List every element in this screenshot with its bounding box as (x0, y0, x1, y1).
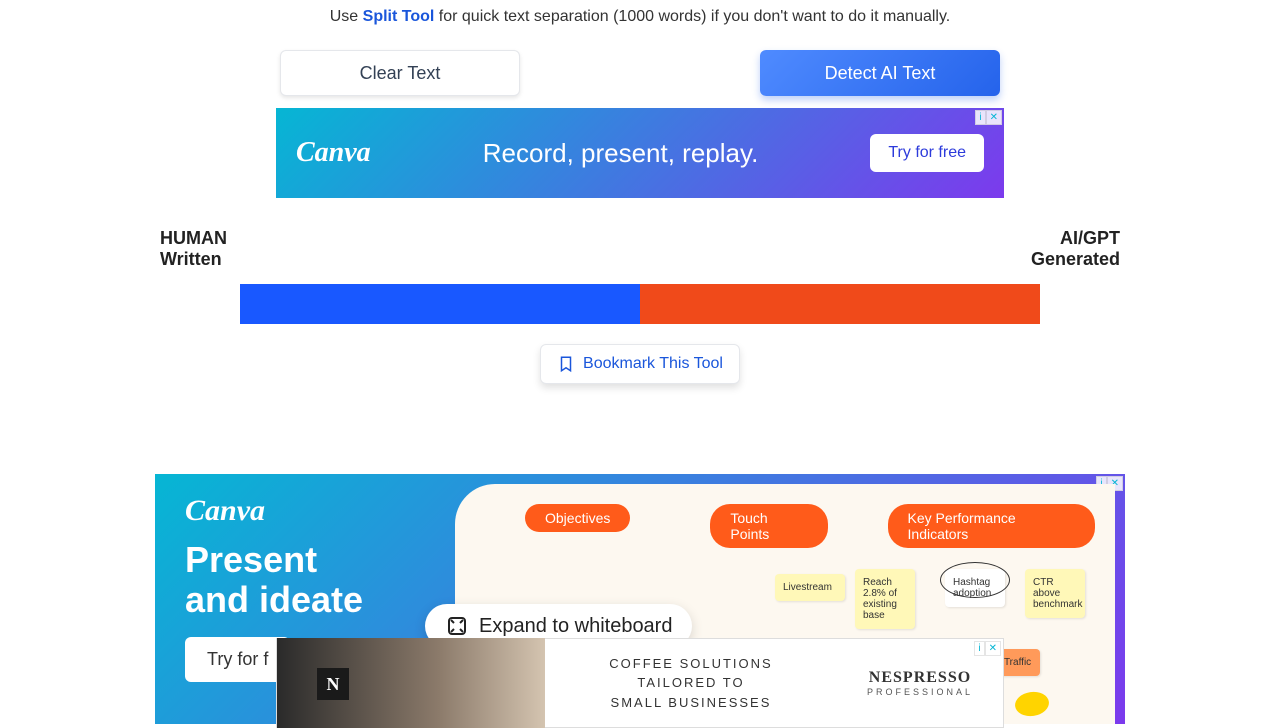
yay-sticker (1013, 690, 1050, 718)
ad2-headline: Present and ideate (185, 540, 363, 619)
ad-close-icon[interactable]: ✕ (986, 110, 1002, 125)
canva-logo: Canva (296, 137, 371, 169)
bar-ai (640, 284, 1040, 324)
ad-banner-bottom[interactable]: i ✕ N COFFEE SOLUTIONS TAILORED TO SMALL… (276, 638, 1004, 728)
action-buttons: Clear Text Detect AI Text (0, 50, 1280, 96)
ad3-text: COFFEE SOLUTIONS TAILORED TO SMALL BUSIN… (545, 654, 837, 713)
col-objectives: Objectives (525, 504, 630, 532)
ad2-headline-2: and ideate (185, 580, 363, 620)
ad-info-icon[interactable]: i (975, 110, 985, 125)
ad-info-icon[interactable]: i (974, 641, 984, 656)
ad-cta-button[interactable]: Try for free (870, 134, 984, 172)
col-touchpoints: Touch Points (710, 504, 827, 548)
ai-label-line1: AI/GPT (1031, 228, 1120, 249)
tip-suffix: for quick text separation (1000 words) i… (434, 8, 950, 25)
bookmark-label: Bookmark This Tool (583, 355, 723, 373)
ad3-logo: NESPRESSO PROFESSIONAL (837, 669, 1003, 697)
ad-close-icon[interactable]: ✕ (985, 641, 1001, 656)
detect-ai-button[interactable]: Detect AI Text (760, 50, 1000, 96)
human-label: HUMAN Written (160, 228, 227, 270)
nespresso-n-icon: N (317, 668, 349, 700)
nespresso-brand: NESPRESSO (867, 669, 973, 687)
nespresso-sub: PROFESSIONAL (867, 687, 973, 697)
ad2-headline-1: Present (185, 540, 363, 580)
ad-banner-top[interactable]: i ✕ Canva Record, present, replay. Try f… (276, 108, 1004, 198)
canva-logo: Canva (185, 494, 363, 528)
ad-headline: Record, present, replay. (371, 138, 871, 169)
bookmark-button[interactable]: Bookmark This Tool (540, 344, 740, 384)
ad-badge-3: i ✕ (974, 641, 1001, 656)
ad3-line3: SMALL BUSINESSES (545, 693, 837, 713)
ad3-line2: TAILORED TO (545, 673, 837, 693)
expand-icon (445, 614, 469, 638)
ad3-image: N (277, 638, 545, 728)
ad2-cta-button[interactable]: Try for f (185, 637, 290, 682)
human-label-line2: Written (160, 249, 227, 270)
split-tool-link[interactable]: Split Tool (363, 8, 435, 25)
tip-prefix: Use (330, 8, 363, 25)
sticky-livestream: Livestream (775, 574, 845, 601)
ai-label: AI/GPT Generated (1031, 228, 1120, 270)
sticky-reach: Reach 2.8% of existing base (855, 569, 915, 629)
tip-line: Use Split Tool for quick text separation… (0, 8, 1280, 26)
ai-label-line2: Generated (1031, 249, 1120, 270)
result-labels: HUMAN Written AI/GPT Generated (0, 228, 1280, 270)
result-bar (240, 284, 1040, 324)
ad3-line1: COFFEE SOLUTIONS (545, 654, 837, 674)
board-columns: Objectives Touch Points Key Performance … (475, 504, 1095, 548)
bookmark-icon (557, 355, 575, 373)
ad-badge: i ✕ (975, 110, 1002, 125)
sticky-ctr: CTR above benchmark (1025, 569, 1085, 618)
bar-human (240, 284, 640, 324)
human-label-line1: HUMAN (160, 228, 227, 249)
expand-label: Expand to whiteboard (479, 615, 672, 638)
col-kpi: Key Performance Indicators (888, 504, 1095, 548)
clear-text-button[interactable]: Clear Text (280, 50, 520, 96)
hashtag-oval (940, 562, 1010, 598)
